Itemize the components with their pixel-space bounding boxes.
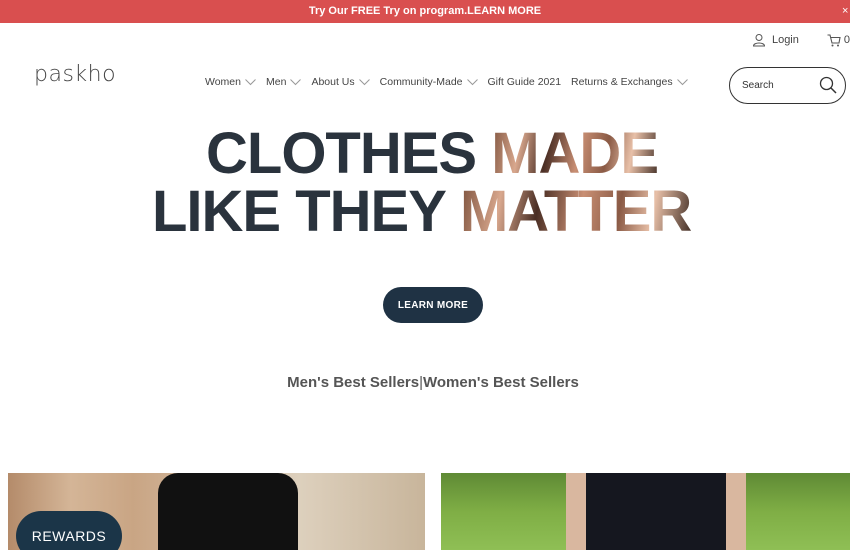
nav-item-returns[interactable]: Returns & Exchanges <box>571 76 688 88</box>
search-box[interactable] <box>729 67 846 104</box>
nav-label-returns: Returns & Exchanges <box>571 76 673 88</box>
nav-label-community-made: Community-Made <box>379 76 463 88</box>
learn-more-button[interactable]: LEARN MORE <box>383 287 483 323</box>
model-arm <box>724 473 746 550</box>
search-icon[interactable] <box>819 76 837 94</box>
hero-headline-line-2: LIKE THEY MATTER <box>152 183 692 241</box>
nav-label-about-us: About Us <box>311 76 355 88</box>
login-label: Login <box>771 34 799 46</box>
hero-headline-line-1: CLOTHES MADE <box>206 125 659 183</box>
promo-text[interactable]: Try Our FREE Try on program.LEARN MORE <box>309 5 541 17</box>
product-image-womens[interactable] <box>441 473 850 550</box>
hero-text-plain: LIKE THEY <box>152 179 460 244</box>
hero-text-photo: MATTER <box>459 179 692 244</box>
nav-item-men[interactable]: Men <box>266 76 302 88</box>
mens-best-sellers-link[interactable]: Men's Best Sellers <box>287 374 419 391</box>
chevron-down-icon <box>466 78 478 85</box>
womens-best-sellers-link[interactable]: Women's Best Sellers <box>423 374 579 391</box>
close-icon[interactable]: × <box>842 0 850 23</box>
main-navigation: Women Men About Us Community-Made Gift G… <box>205 76 698 88</box>
cart-icon <box>827 33 841 46</box>
model-arm <box>566 473 588 550</box>
promo-banner[interactable]: Try Our FREE Try on program.LEARN MORE <box>0 0 850 23</box>
hero-text-plain: CLOTHES <box>206 121 492 186</box>
site-logo[interactable]: paskho <box>34 62 116 87</box>
model-figure <box>586 473 726 550</box>
nav-label-men: Men <box>266 76 287 88</box>
search-input[interactable] <box>742 80 812 91</box>
nav-item-women[interactable]: Women <box>205 76 256 88</box>
utility-bar: Login 0 <box>752 30 850 50</box>
chevron-down-icon <box>245 78 256 85</box>
model-figure <box>158 473 298 550</box>
hero-text-photo: MADE <box>491 121 659 186</box>
nav-label-gift-guide: Gift Guide 2021 <box>487 76 562 88</box>
cart-link[interactable]: 0 <box>827 33 850 47</box>
nav-item-community-made[interactable]: Community-Made <box>380 76 478 88</box>
chevron-down-icon <box>358 78 370 85</box>
login-link[interactable]: Login <box>752 33 799 47</box>
nav-item-about-us[interactable]: About Us <box>311 76 370 88</box>
chevron-down-icon <box>290 78 302 85</box>
cart-count: 0 <box>843 34 850 46</box>
user-icon <box>752 34 765 47</box>
chevron-down-icon <box>676 78 688 85</box>
nav-label-women: Women <box>205 76 241 88</box>
rewards-button[interactable]: REWARDS <box>16 511 122 550</box>
nav-item-gift-guide[interactable]: Gift Guide 2021 <box>488 76 562 88</box>
best-sellers-heading: Men's Best Sellers|Women's Best Sellers <box>0 374 850 391</box>
